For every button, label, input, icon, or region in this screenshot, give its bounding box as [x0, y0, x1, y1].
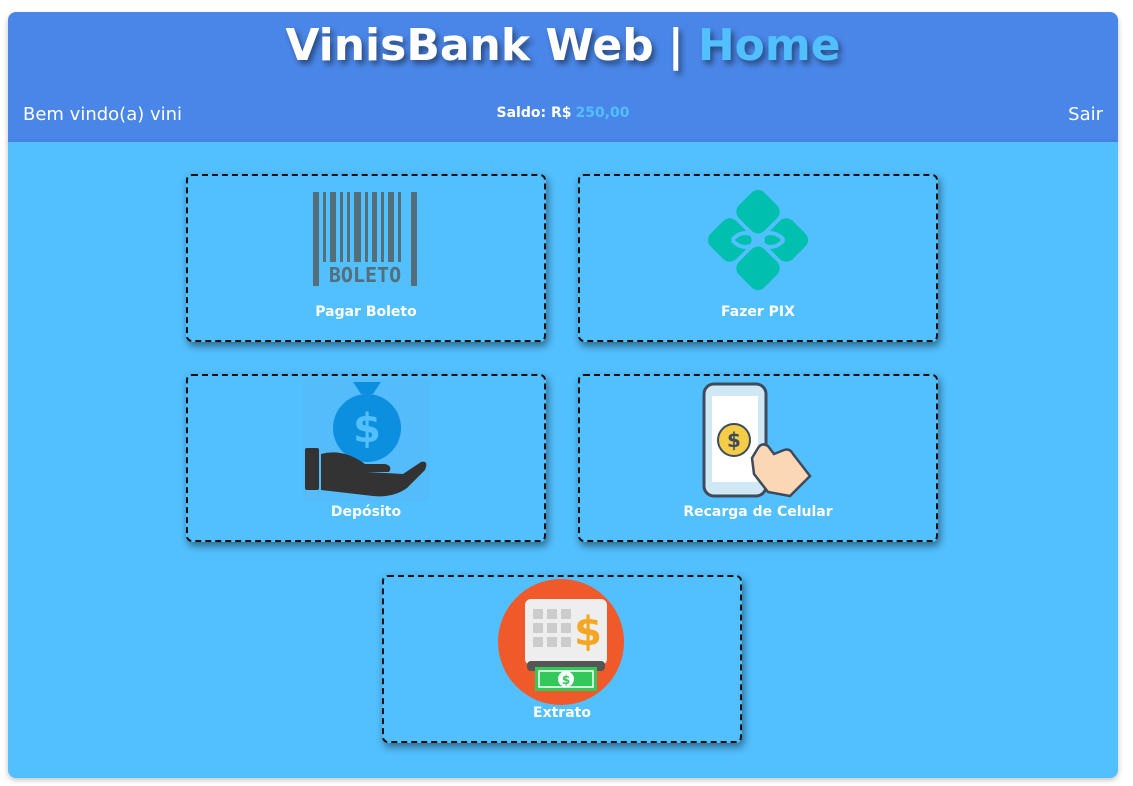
phone-recharge-label: Recarga de Celular: [683, 504, 833, 520]
money-bag-hand-icon: $: [303, 378, 429, 502]
title-separator: |: [667, 20, 684, 71]
page-title: VinisBank Web | Home: [8, 20, 1118, 71]
svg-text:$: $: [727, 428, 741, 452]
statement-card[interactable]: $ $ Extrato: [382, 575, 742, 743]
balance-value: 250,00: [575, 105, 630, 121]
pay-boleto-card[interactable]: BOLETO Pagar Boleto: [186, 174, 546, 342]
current-page-title: Home: [697, 20, 841, 71]
barcode-icon: BOLETO: [313, 192, 417, 287]
main-panel: BOLETO Pagar Boleto Fazer PIX $ Depósito…: [8, 142, 1118, 778]
deposit-label: Depósito: [330, 504, 402, 520]
svg-text:$: $: [562, 673, 570, 687]
app-header: VinisBank Web | Home Bem vindo(a) vini Sal…: [8, 12, 1118, 142]
deposit-card[interactable]: $ Depósito: [186, 374, 546, 542]
make-pix-label: Fazer PIX: [721, 304, 795, 320]
app-title: VinisBank Web: [285, 20, 654, 71]
phone-recharge-card[interactable]: $ Recarga de Celular: [578, 374, 938, 542]
logout-link[interactable]: Sair: [1068, 104, 1103, 125]
svg-text:$: $: [353, 406, 381, 452]
atm-cash-icon: $ $: [498, 579, 624, 705]
boleto-icon-text: BOLETO: [329, 263, 401, 287]
balance-label: Saldo: R$: [496, 105, 572, 121]
pay-boleto-label: Pagar Boleto: [315, 304, 417, 320]
balance-display: Saldo: R$ 250,00: [8, 105, 1118, 121]
svg-text:$: $: [574, 609, 602, 655]
phone-payment-icon: $: [702, 382, 812, 498]
make-pix-card[interactable]: Fazer PIX: [578, 174, 938, 342]
pix-icon: [707, 189, 809, 291]
statement-label: Extrato: [533, 705, 591, 721]
